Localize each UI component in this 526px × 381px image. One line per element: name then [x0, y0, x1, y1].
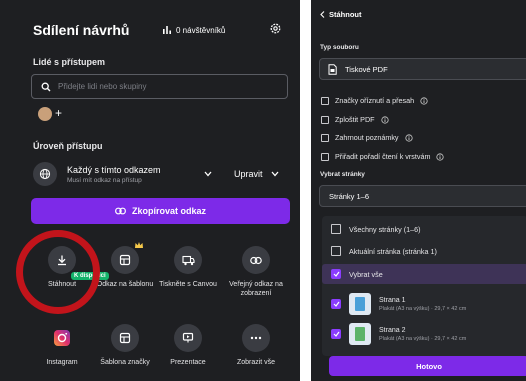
show-all-action[interactable]: Zobrazit vše	[226, 324, 286, 368]
access-level-row[interactable]: Každý s tímto odkazem Musí mít odkaz na …	[33, 158, 290, 190]
download-panel: Stáhnout Typ souboru Tiskové PDF Značky …	[311, 0, 526, 381]
access-main-text: Každý s tímto odkazem	[67, 164, 161, 175]
back-button[interactable]: Stáhnout	[320, 10, 362, 19]
chevron-left-icon	[320, 11, 325, 18]
option-include-notes[interactable]: Zahrnout poznámky	[321, 133, 413, 142]
panel-title: Sdílení návrhů	[33, 22, 130, 38]
template-link-label: Odkaz na šablonu	[96, 281, 154, 288]
copy-link-button[interactable]: Zkopírovat odkaz	[31, 198, 290, 224]
checkbox-checked[interactable]	[331, 299, 341, 309]
pages-select[interactable]: Stránky 1–6	[319, 185, 526, 207]
page-size: Plakát (A3 na výšku) · 29,7 × 42 cm	[379, 335, 467, 342]
checkbox[interactable]	[321, 152, 329, 161]
page-thumbnail	[349, 293, 371, 315]
option-label: Přiřadit pořadí čtení k vrstvám	[335, 152, 431, 161]
presentation-icon	[174, 324, 202, 352]
page-row[interactable]: Strana 1 Plakát (A3 na výšku) · 29,7 × 4…	[331, 293, 466, 315]
done-button[interactable]: Hotovo	[329, 356, 526, 376]
instagram-icon	[48, 324, 76, 352]
public-link-action[interactable]: Veřejný odkaz na zobrazení	[226, 246, 286, 299]
checkbox-checked[interactable]	[331, 269, 341, 279]
option-label: Aktuální stránka (stránka 1)	[349, 246, 437, 256]
instagram-action[interactable]: Instagram	[32, 324, 92, 368]
print-truck-icon	[174, 246, 202, 274]
print-canva-action[interactable]: Tiskněte s Canvou	[158, 246, 218, 290]
page-thumbnail	[349, 323, 371, 345]
share-panel: Sdílení návrhů 0 návštěvníků Lidé s přís…	[0, 0, 300, 381]
checkbox[interactable]	[331, 246, 341, 256]
gear-icon[interactable]	[269, 22, 282, 35]
pages-value: Stránky 1–6	[329, 191, 370, 201]
info-icon[interactable]	[380, 115, 389, 124]
info-icon[interactable]	[404, 133, 413, 142]
public-link-icon	[242, 246, 270, 274]
option-current-page[interactable]: Aktuální stránka (stránka 1)	[331, 246, 437, 256]
template-link-action[interactable]: Odkaz na šablonu	[95, 246, 155, 290]
presentation-label: Prezentace	[170, 359, 206, 366]
filetype-value: Tiskové PDF	[345, 64, 388, 74]
info-icon[interactable]	[420, 96, 428, 105]
page-row[interactable]: Strana 2 Plakát (A3 na výšku) · 29,7 × 4…	[331, 323, 466, 345]
option-label: Zploštit PDF	[335, 115, 375, 124]
crown-icon	[134, 236, 144, 248]
chevron-down-icon[interactable]	[271, 171, 279, 177]
option-crop-marks[interactable]: Značky oříznutí a přesah	[321, 96, 428, 105]
link-icon	[115, 207, 126, 215]
print-canva-label: Tiskněte s Canvou	[159, 281, 217, 288]
page-size: Plakát (A3 na výšku) · 29,7 × 42 cm	[379, 305, 467, 312]
checkbox-checked[interactable]	[331, 329, 341, 339]
permission-select[interactable]: Upravit	[234, 169, 263, 179]
avatar[interactable]	[38, 107, 52, 121]
people-search[interactable]	[31, 74, 288, 99]
pdf-file-icon	[328, 63, 337, 75]
brand-template-label: Šablona značky	[100, 359, 150, 366]
option-label: Všechny stránky (1–6)	[349, 224, 421, 234]
copy-link-label: Zkopírovat odkaz	[131, 206, 206, 216]
option-label: Vybrat vše	[349, 269, 383, 279]
pages-label: Vybrat stránky	[320, 171, 365, 178]
filetype-select[interactable]: Tiskové PDF	[319, 58, 526, 80]
analytics-icon	[162, 25, 172, 35]
brand-template-icon	[111, 324, 139, 352]
chevron-down-icon[interactable]	[204, 171, 212, 177]
page-title: Strana 2	[379, 326, 406, 334]
option-flatten-pdf[interactable]: Zploštit PDF	[321, 115, 389, 124]
instagram-label: Instagram	[46, 359, 78, 366]
search-input[interactable]	[58, 82, 273, 91]
page-title: Strana 1	[379, 296, 406, 304]
page-info: Strana 1 Plakát (A3 na výšku) · 29,7 × 4…	[379, 297, 466, 312]
filetype-label: Typ souboru	[320, 44, 359, 51]
access-sub-text: Musí mít odkaz na přístup	[67, 176, 142, 184]
brand-template-action[interactable]: Šablona značky	[95, 324, 155, 368]
add-person-icon[interactable]: +	[55, 106, 62, 120]
back-label: Stáhnout	[329, 10, 362, 19]
option-all-pages[interactable]: Všechny stránky (1–6)	[331, 224, 421, 234]
visitors-button[interactable]: 0 návštěvníků	[162, 25, 225, 35]
template-link-icon	[111, 246, 139, 274]
page-info: Strana 2 Plakát (A3 na výšku) · 29,7 × 4…	[379, 327, 466, 342]
checkbox[interactable]	[331, 224, 341, 234]
visitors-label: 0 návštěvníků	[176, 25, 226, 35]
globe-icon	[33, 162, 57, 186]
checkbox[interactable]	[321, 133, 329, 142]
checkbox[interactable]	[321, 96, 329, 105]
option-reading-order[interactable]: Přiřadit pořadí čtení k vrstvám	[321, 152, 445, 161]
option-label: Zahrnout poznámky	[335, 133, 399, 142]
search-icon	[41, 82, 51, 92]
option-label: Značky oříznutí a přesah	[335, 96, 415, 105]
checkbox[interactable]	[321, 115, 329, 124]
people-label: Lidé s přístupem	[33, 57, 106, 67]
presentation-action[interactable]: Prezentace	[158, 324, 218, 368]
access-text: Každý s tímto odkazem Musí mít odkaz na …	[67, 165, 202, 184]
highlight-ring	[16, 230, 100, 314]
info-icon[interactable]	[436, 152, 445, 161]
public-link-label: Veřejný odkaz na zobrazení	[229, 281, 283, 297]
option-select-all[interactable]: Vybrat vše	[331, 269, 383, 279]
show-all-label: Zobrazit vše	[236, 359, 276, 366]
more-icon	[242, 324, 270, 352]
access-level-label: Úroveň přístupu	[33, 141, 103, 151]
